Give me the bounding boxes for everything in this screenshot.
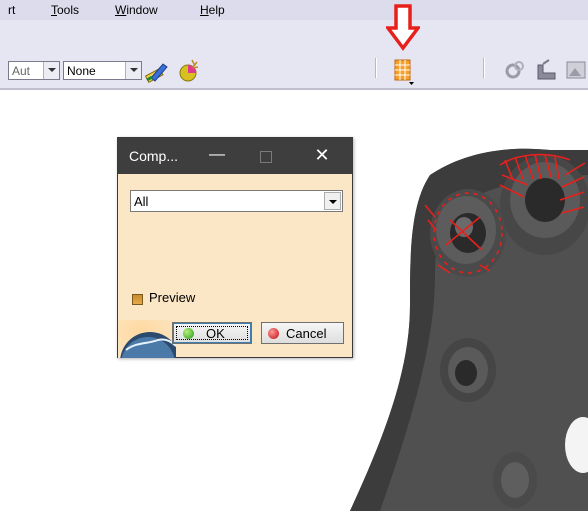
close-button[interactable]: ✕ [308,142,336,170]
compass-table-icon[interactable] [392,58,420,86]
auto-combo-value: Aut [12,64,31,78]
filter-select[interactable]: All [130,190,343,212]
preview-label: Preview [149,290,196,305]
auto-combo[interactable]: Aut [8,61,60,80]
red-ball-icon [268,328,279,339]
globe-logo-icon [118,320,176,358]
material-icon[interactable] [176,56,204,84]
cancel-button[interactable]: Cancel [261,322,344,344]
menu-bar: rt Tools Window Help [0,0,588,20]
toolbar-divider [0,88,588,90]
chevron-down-icon[interactable] [324,192,341,210]
dialog-title: Comp... [129,148,179,164]
minimize-button[interactable]: — [203,142,231,170]
material-combo-value: None [67,64,96,78]
red-arrow-annotation [386,4,420,51]
chevron-down-icon[interactable] [43,62,59,79]
material-combo[interactable]: None [63,61,142,80]
3d-part-model [350,148,588,511]
menu-insert[interactable]: rt [8,3,15,17]
chevron-down-icon[interactable] [125,62,141,79]
dialog-titlebar[interactable]: Comp... — ✕ [118,138,352,174]
menu-window[interactable]: Window [115,3,158,17]
toolbar-separator [375,58,377,78]
compass-dialog: Comp... — ✕ All Preview OK Cancel [117,137,353,358]
ok-button[interactable]: OK [172,322,252,344]
ok-label: OK [206,326,225,341]
preview-checkbox[interactable] [132,294,143,305]
toolbar-separator [483,58,485,78]
cancel-label: Cancel [286,326,327,341]
green-ball-icon [183,328,194,339]
image-icon[interactable] [565,58,588,84]
menu-help[interactable]: Help [200,3,225,17]
analysis-icon[interactable] [535,58,559,84]
paintbrush-icon[interactable] [143,58,171,84]
maximize-button [251,142,279,170]
gear-icon[interactable] [503,58,527,84]
menu-tools[interactable]: Tools [51,3,79,17]
filter-select-value: All [134,194,149,209]
